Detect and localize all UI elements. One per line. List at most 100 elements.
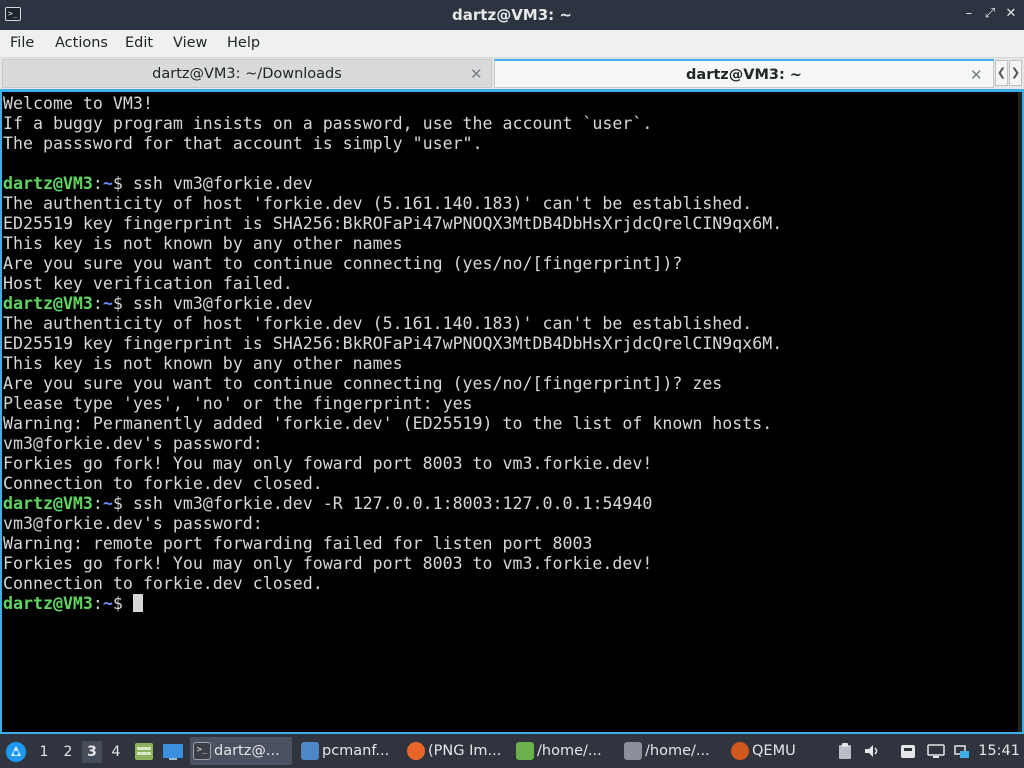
task-firefox[interactable]: (PNG Im... xyxy=(404,737,508,765)
workspace-1[interactable]: 1 xyxy=(34,741,54,763)
prompt-path: ~ xyxy=(102,494,113,513)
maximize-button[interactable]: ⤢ xyxy=(981,5,999,23)
prompt-colon: : xyxy=(92,294,103,313)
task-text-editor[interactable]: /home/... xyxy=(513,737,615,765)
terminal-prompt-line: dartz@VM3:~$ ssh vm3@forkie.dev -R 127.0… xyxy=(3,494,1021,514)
clock[interactable]: 15:41 xyxy=(978,734,1020,768)
task-label: /home/... xyxy=(645,743,710,759)
command-text: ssh vm3@forkie.dev -R 127.0.0.1:8003:127… xyxy=(132,494,653,513)
prompt-colon: : xyxy=(92,494,103,513)
prompt-symbol: $ xyxy=(112,594,133,613)
volume-icon[interactable] xyxy=(863,742,881,760)
prompt-user-host: dartz@VM3 xyxy=(3,174,93,193)
firefox-icon xyxy=(407,742,425,760)
command-text: ssh vm3@forkie.dev xyxy=(132,294,313,313)
terminal-output-line: vm3@forkie.dev's password: xyxy=(3,514,263,533)
terminal-output-line: Are you sure you want to continue connec… xyxy=(3,374,723,393)
document-icon xyxy=(624,742,642,760)
qemu-icon xyxy=(731,742,749,760)
terminal-output-line: Please type 'yes', 'no' or the fingerpri… xyxy=(3,394,473,413)
task-pcmanfm[interactable]: pcmanf... xyxy=(298,737,398,765)
terminal-output-line: Host key verification failed. xyxy=(3,274,293,293)
terminal-output-line: Warning: remote port forwarding failed f… xyxy=(3,534,593,553)
terminal-output-line: Are you sure you want to continue connec… xyxy=(3,254,683,273)
terminal-output-line: ED25519 key fingerprint is SHA256:BkROFa… xyxy=(3,334,783,353)
menu-help[interactable]: Help xyxy=(227,35,260,51)
prompt-symbol: $ xyxy=(112,174,133,193)
task-qemu[interactable]: QEMU xyxy=(728,737,818,765)
removable-media-icon[interactable] xyxy=(899,742,917,760)
task-label: QEMU xyxy=(752,743,796,759)
task-terminal[interactable]: >_ dartz@... xyxy=(190,737,292,765)
prompt-path: ~ xyxy=(102,174,113,193)
close-tab-icon[interactable]: ✕ xyxy=(470,65,483,83)
menu-view[interactable]: View xyxy=(173,35,207,51)
terminal-output-line: Connection to forkie.dev closed. xyxy=(3,474,323,493)
workspace-3[interactable]: 3 xyxy=(82,741,102,763)
show-desktop-icon[interactable] xyxy=(162,742,184,761)
menu-edit[interactable]: Edit xyxy=(125,35,153,51)
tab-bar: dartz@VM3: ~/Downloads ✕ dartz@VM3: ~ ✕ xyxy=(0,58,1024,89)
terminal-output-line: If a buggy program insists on a password… xyxy=(3,114,653,133)
terminal-output: Welcome to VM3! If a buggy program insist… xyxy=(3,94,1021,732)
terminal-output-line: This key is not known by any other names xyxy=(3,354,403,373)
tab-scroll-left-icon[interactable]: ❮ xyxy=(995,60,1008,86)
window-titlebar[interactable]: >_ dartz@VM3: ~ – ⤢ ✕ xyxy=(0,0,1024,30)
task-label: (PNG Im... xyxy=(428,743,502,759)
task-label: pcmanf... xyxy=(322,743,390,759)
close-tab-icon[interactable]: ✕ xyxy=(970,66,983,84)
prompt-symbol: $ xyxy=(112,294,133,313)
tab-downloads[interactable]: dartz@VM3: ~/Downloads ✕ xyxy=(2,59,492,88)
terminal-prompt-line: dartz@VM3:~$ xyxy=(3,594,1021,614)
tab-label: dartz@VM3: ~ xyxy=(686,67,802,83)
task-document[interactable]: /home/... xyxy=(621,737,723,765)
terminal-view[interactable]: Welcome to VM3! If a buggy program insist… xyxy=(0,89,1024,734)
terminal-output-line: Connection to forkie.dev closed. xyxy=(3,574,323,593)
terminal-icon: >_ xyxy=(193,742,211,760)
taskbar: 1 2 3 4 >_ dartz@... pcmanf... (PNG Im..… xyxy=(0,734,1024,768)
tab-home[interactable]: dartz@VM3: ~ ✕ xyxy=(494,59,994,88)
close-button[interactable]: ✕ xyxy=(1002,5,1020,23)
prompt-colon: : xyxy=(92,174,103,193)
prompt-user-host: dartz@VM3 xyxy=(3,494,93,513)
terminal-output-line: ED25519 key fingerprint is SHA256:BkROFa… xyxy=(3,214,783,233)
minimize-button[interactable]: – xyxy=(960,5,978,23)
clipboard-icon[interactable] xyxy=(836,742,854,760)
prompt-user-host: dartz@VM3 xyxy=(3,294,93,313)
text-editor-icon xyxy=(516,742,534,760)
terminal-output-line: The passsword for that account is simply… xyxy=(3,134,483,153)
start-menu-icon[interactable] xyxy=(5,741,27,763)
file-manager-icon[interactable] xyxy=(134,742,154,761)
prompt-colon: : xyxy=(92,594,103,613)
terminal-output-line: vm3@forkie.dev's password: xyxy=(3,434,263,453)
workspace-2[interactable]: 2 xyxy=(58,741,78,763)
prompt-user-host: dartz@VM3 xyxy=(3,594,93,613)
window-title: dartz@VM3: ~ xyxy=(452,6,572,24)
terminal-output-line: This key is not known by any other names xyxy=(3,234,403,253)
task-label: /home/... xyxy=(537,743,602,759)
prompt-symbol: $ xyxy=(112,494,133,513)
terminal-output-line: Forkies go fork! You may only foward por… xyxy=(3,554,653,573)
terminal-prompt-line: dartz@VM3:~$ ssh vm3@forkie.dev xyxy=(3,174,1021,194)
terminal-output-line: Welcome to VM3! xyxy=(3,94,153,113)
tab-scroll-right-icon[interactable]: ❯ xyxy=(1009,60,1022,86)
tab-label: dartz@VM3: ~/Downloads xyxy=(152,66,342,82)
terminal-output-line: Forkies go fork! You may only foward por… xyxy=(3,454,653,473)
terminal-output-line: The authenticity of host 'forkie.dev (5.… xyxy=(3,314,753,333)
workspace-4[interactable]: 4 xyxy=(106,741,126,763)
menu-bar: File Actions Edit View Help xyxy=(0,30,1024,58)
command-text: ssh vm3@forkie.dev xyxy=(132,174,313,193)
terminal-output-line: The authenticity of host 'forkie.dev (5.… xyxy=(3,194,753,213)
menu-file[interactable]: File xyxy=(10,35,34,51)
display-icon[interactable] xyxy=(927,742,945,760)
folder-icon xyxy=(301,742,319,760)
prompt-path: ~ xyxy=(102,294,113,313)
terminal-output-line: Warning: Permanently added 'forkie.dev' … xyxy=(3,414,773,433)
menu-actions[interactable]: Actions xyxy=(55,35,108,51)
prompt-path: ~ xyxy=(102,594,113,613)
terminal-prompt-line: dartz@VM3:~$ ssh vm3@forkie.dev xyxy=(3,294,1021,314)
terminal-scrollbar[interactable] xyxy=(1018,92,1022,732)
terminal-cursor xyxy=(132,594,143,612)
network-icon[interactable] xyxy=(953,742,971,760)
